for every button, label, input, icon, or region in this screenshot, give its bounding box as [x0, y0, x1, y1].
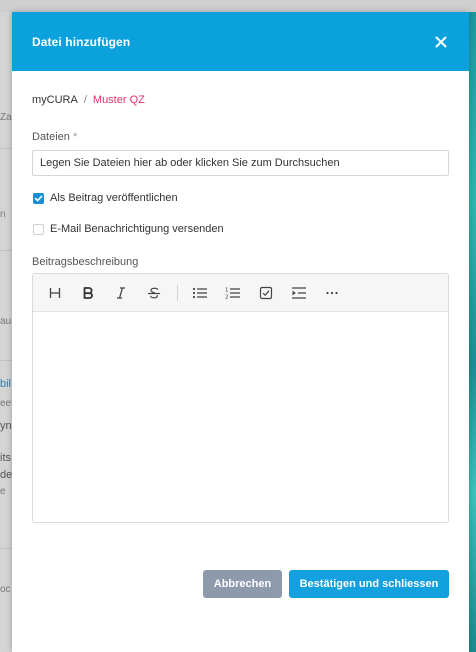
- cancel-button[interactable]: Abbrechen: [203, 570, 282, 598]
- svg-text:2: 2: [225, 294, 229, 300]
- background-text: yn: [0, 420, 12, 432]
- description-editor: 12: [32, 273, 449, 523]
- background-text: aur: [0, 316, 12, 327]
- files-label: Dateien *: [32, 131, 77, 143]
- numbered-list-icon[interactable]: 12: [221, 281, 244, 304]
- files-label-text: Dateien: [32, 131, 70, 143]
- file-dropzone-placeholder: Legen Sie Dateien hier ab oder klicken S…: [40, 157, 340, 169]
- background-text: eet: [0, 398, 12, 409]
- confirm-and-close-button[interactable]: Bestätigen und schliessen: [289, 570, 449, 598]
- dialog-header: Datei hinzufügen: [12, 12, 469, 71]
- background-topbar: [0, 0, 476, 12]
- svg-text:1: 1: [225, 287, 229, 293]
- strikethrough-icon[interactable]: [142, 281, 165, 304]
- breadcrumb-root[interactable]: myCURA: [32, 94, 78, 106]
- background-divider: [0, 148, 12, 149]
- background-text: n: [0, 209, 6, 220]
- background-text: bil: [0, 378, 12, 390]
- description-label: Beitragsbeschreibung: [32, 256, 139, 268]
- required-marker: *: [72, 131, 78, 143]
- background-text: oc: [0, 584, 11, 595]
- heading-icon[interactable]: [43, 281, 66, 304]
- bold-icon[interactable]: [76, 281, 99, 304]
- publish-post-label: Als Beitrag veröffentlichen: [50, 192, 178, 204]
- email-notification-checkbox[interactable]: [33, 223, 44, 235]
- editor-content-area[interactable]: [33, 312, 448, 522]
- publish-post-checkbox[interactable]: [33, 192, 44, 204]
- breadcrumb-current[interactable]: Muster QZ: [93, 94, 145, 106]
- background-text: e: [0, 486, 6, 497]
- file-dropzone[interactable]: Legen Sie Dateien hier ab oder klicken S…: [32, 150, 449, 176]
- email-notification-label: E-Mail Benachrichtigung versenden: [50, 223, 224, 235]
- background-text: Za: [0, 112, 12, 123]
- publish-post-option[interactable]: Als Beitrag veröffentlichen: [33, 192, 178, 204]
- more-icon[interactable]: [320, 281, 343, 304]
- breadcrumb-separator: /: [83, 94, 87, 106]
- background-divider: [0, 548, 12, 549]
- task-list-icon[interactable]: [254, 281, 277, 304]
- check-icon: [34, 195, 43, 201]
- breadcrumb: myCURA / Muster QZ: [32, 94, 145, 106]
- background-divider: [0, 250, 12, 251]
- email-notification-option[interactable]: E-Mail Benachrichtigung versenden: [33, 223, 224, 235]
- background-divider: [0, 360, 12, 361]
- close-icon[interactable]: [433, 34, 449, 50]
- indent-icon[interactable]: [287, 281, 310, 304]
- background-text: de: [0, 469, 12, 481]
- toolbar-divider: [177, 284, 178, 301]
- background-text: its: [0, 452, 11, 464]
- editor-toolbar: 12: [33, 274, 448, 312]
- dialog-title: Datei hinzufügen: [32, 34, 131, 49]
- bullet-list-icon[interactable]: [188, 281, 211, 304]
- italic-icon[interactable]: [109, 281, 132, 304]
